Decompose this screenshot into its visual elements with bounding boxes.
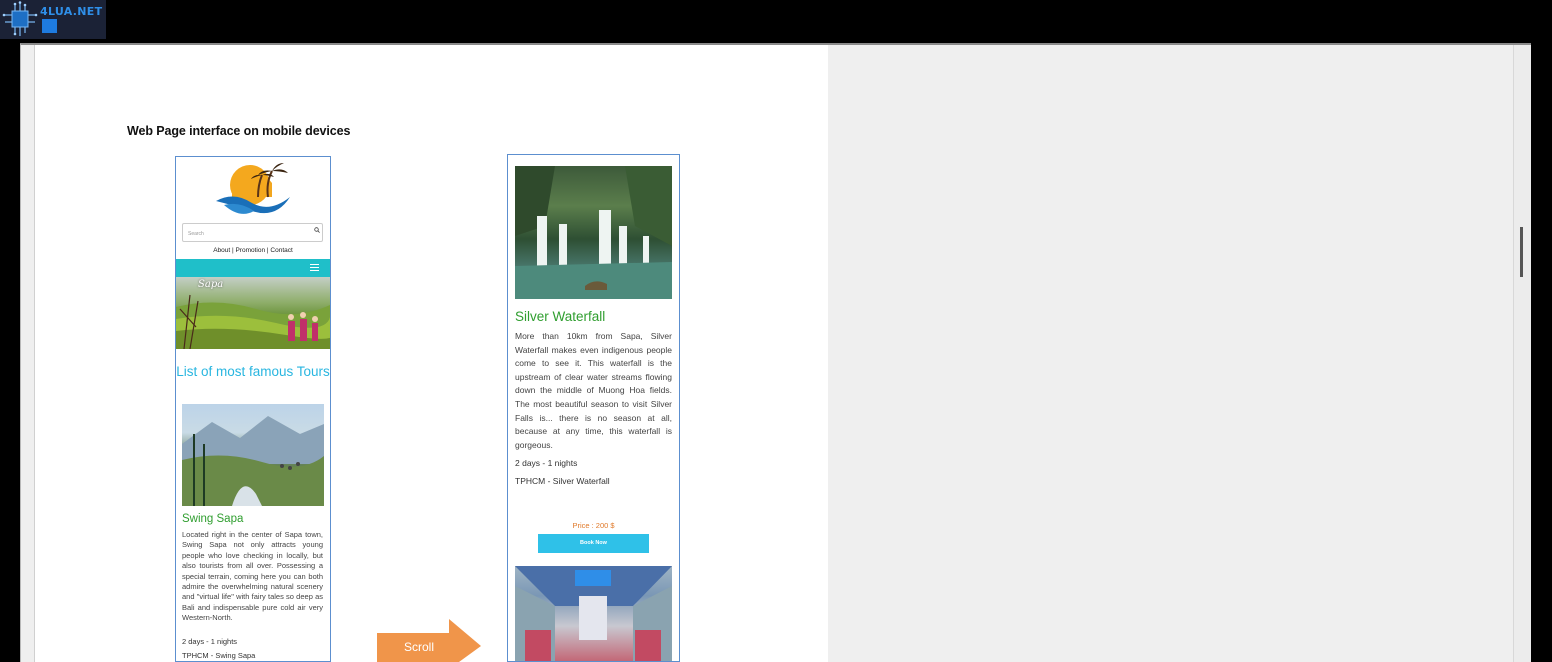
tour-route: TPHCM - Swing Sapa bbox=[182, 651, 256, 660]
badge-square-icon bbox=[42, 19, 57, 33]
tour-photo-bus-interior bbox=[515, 566, 672, 661]
hero-banner-image: Sapa bbox=[176, 277, 330, 349]
site-badge-label: 4LUA.NET bbox=[40, 5, 103, 18]
tour-description: Located right in the center of Sapa town… bbox=[182, 530, 323, 623]
search-input[interactable]: Search bbox=[182, 223, 323, 242]
menu-bar bbox=[176, 259, 330, 277]
tour-title[interactable]: Swing Sapa bbox=[182, 513, 243, 525]
tour-description: More than 10km from Sapa, Silver Waterfa… bbox=[515, 331, 672, 450]
nav-links[interactable]: About | Promotion | Contact bbox=[176, 247, 330, 254]
tour-duration: 2 days - 1 nights bbox=[515, 458, 578, 468]
hero-label: Sapa bbox=[198, 279, 224, 290]
circuit-chip-icon bbox=[2, 1, 38, 36]
mobile-mockup-home: Search About | Promotion | Contact Sapa … bbox=[175, 156, 331, 662]
sunset-palm-wave-logo bbox=[216, 163, 290, 214]
tour-title[interactable]: Silver Waterfall bbox=[515, 309, 605, 324]
scrollbar-track[interactable] bbox=[1513, 45, 1531, 662]
bus-interior-illustration bbox=[515, 566, 672, 661]
tour-photo-silver-waterfall bbox=[515, 166, 672, 299]
tour-price: Price : 200 $ bbox=[572, 521, 615, 530]
site-badge: 4LUA.NET bbox=[0, 0, 106, 39]
scroll-arrow-label: Scroll bbox=[403, 640, 434, 654]
search-icon[interactable] bbox=[314, 227, 320, 233]
waterfall-illustration bbox=[515, 166, 672, 299]
book-now-button[interactable]: Book Now bbox=[538, 534, 649, 553]
scrollbar-thumb[interactable] bbox=[1520, 227, 1523, 277]
hamburger-menu-icon[interactable] bbox=[310, 264, 319, 273]
tour-route: TPHCM - Silver Waterfall bbox=[515, 476, 610, 486]
tour-photo-swing-sapa bbox=[182, 404, 324, 506]
section-title: List of most famous Tours bbox=[176, 364, 330, 379]
mountain-swing-illustration bbox=[182, 416, 324, 506]
mobile-mockup-scrolled: Silver Waterfall More than 10km from Sap… bbox=[507, 154, 680, 662]
page-heading: Web Page interface on mobile devices bbox=[127, 124, 351, 138]
tour-duration: 2 days - 1 nights bbox=[182, 637, 238, 646]
